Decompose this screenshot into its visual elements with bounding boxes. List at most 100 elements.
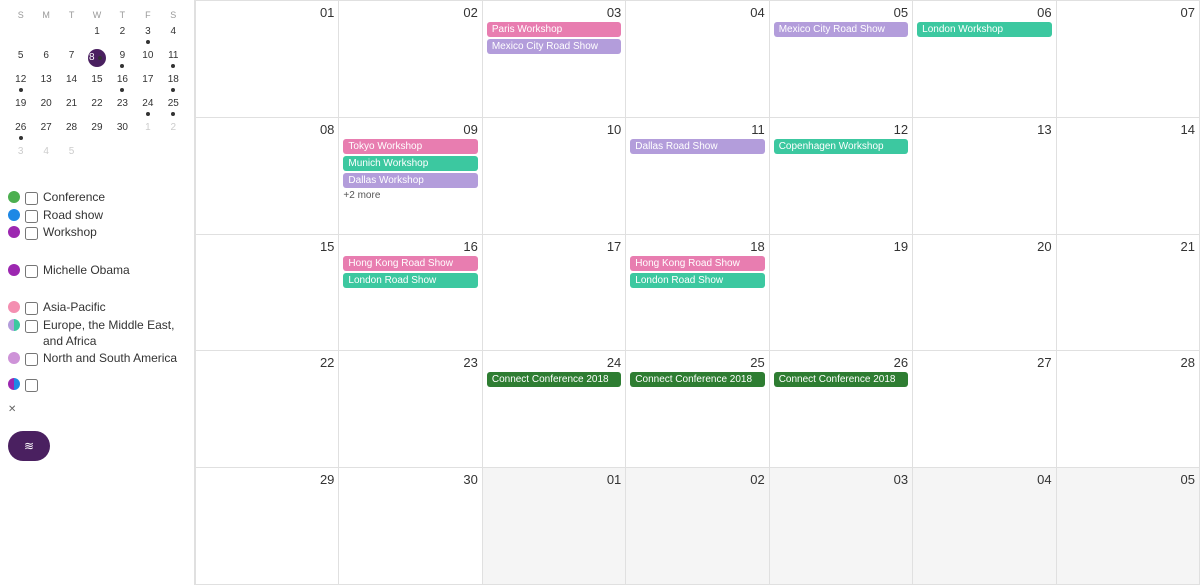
mini-cal-day[interactable]: 19 [8, 94, 33, 118]
event-pill[interactable]: Munich Workshop [343, 156, 477, 171]
date-number: 01 [487, 472, 621, 487]
mini-cal-day[interactable]: 24 [135, 94, 160, 118]
date-number: 04 [917, 472, 1051, 487]
event-pill[interactable]: Mexico City Road Show [487, 39, 621, 54]
cal-cell: 15 [196, 235, 339, 352]
mini-cal-day[interactable]: 3 [8, 142, 33, 162]
subscribe-button[interactable] [8, 431, 50, 461]
event-pill[interactable]: Connect Conference 2018 [774, 372, 908, 387]
mini-cal-day[interactable]: 1 [135, 118, 160, 142]
mini-cal-day[interactable]: 16 [110, 70, 135, 94]
cal-cell: 01 [196, 1, 339, 118]
mini-cal-day[interactable]: 14 [59, 70, 84, 94]
mini-cal-day[interactable]: 30 [110, 118, 135, 142]
event-pill[interactable]: London Road Show [343, 273, 477, 288]
event-pill[interactable]: Connect Conference 2018 [487, 372, 621, 387]
mini-cal-day[interactable]: 21 [59, 94, 84, 118]
cal-cell: 02 [339, 1, 482, 118]
mini-cal-day[interactable]: 22 [84, 94, 109, 118]
mini-cal-day[interactable]: 3 [135, 22, 160, 46]
mini-cal-day[interactable]: 25 [161, 94, 186, 118]
event-type-checkbox[interactable] [25, 227, 38, 240]
mini-cal-day[interactable]: 15 [84, 70, 109, 94]
region-dot [8, 352, 20, 364]
region-checkbox[interactable] [25, 320, 38, 333]
livestream-checkbox[interactable] [25, 379, 38, 392]
cal-cell: 30 [339, 468, 482, 585]
mini-cal-day[interactable]: 17 [135, 70, 160, 94]
cal-cell: 26Connect Conference 2018 [770, 351, 913, 468]
mini-cal-day[interactable]: 20 [33, 94, 58, 118]
event-type-filter: Road show [8, 208, 186, 224]
event-pill[interactable]: Tokyo Workshop [343, 139, 477, 154]
event-pill[interactable]: Mexico City Road Show [774, 22, 908, 37]
cal-cell: 10 [483, 118, 626, 235]
event-pill[interactable]: Paris Workshop [487, 22, 621, 37]
livestream-filter [8, 377, 186, 392]
mini-cal-day[interactable]: 2 [161, 118, 186, 142]
mini-cal-day[interactable]: 8 [88, 49, 106, 67]
mini-cal-day[interactable]: 1 [84, 22, 109, 46]
mini-cal-day[interactable]: 4 [33, 142, 58, 162]
event-type-checkbox[interactable] [25, 210, 38, 223]
mini-cal-day[interactable]: 18 [161, 70, 186, 94]
regions: Asia-Pacific Europe, the Middle East, an… [8, 298, 186, 368]
event-pill[interactable]: London Workshop [917, 22, 1051, 37]
date-number: 24 [487, 355, 621, 370]
date-number: 05 [774, 5, 908, 20]
speaker-filter: Michelle Obama [8, 263, 186, 279]
mini-cal-day[interactable]: 12 [8, 70, 33, 94]
mini-cal-day[interactable]: 23 [110, 94, 135, 118]
mini-cal-day[interactable] [59, 22, 84, 46]
region-checkbox[interactable] [25, 353, 38, 366]
cal-cell: 03 [770, 468, 913, 585]
event-pill[interactable]: Connect Conference 2018 [630, 372, 764, 387]
date-number: 18 [630, 239, 764, 254]
mini-cal-day[interactable]: 26 [8, 118, 33, 142]
speaker-checkbox[interactable] [25, 265, 38, 278]
event-pill[interactable]: London Road Show [630, 273, 764, 288]
event-pill[interactable]: Hong Kong Road Show [630, 256, 764, 271]
region-label: Europe, the Middle East, and Africa [43, 318, 186, 349]
mini-cal-day[interactable]: 6 [33, 46, 58, 70]
cal-cell: 12Copenhagen Workshop [770, 118, 913, 235]
region-checkbox[interactable] [25, 302, 38, 315]
cal-cell: 04 [913, 468, 1056, 585]
mini-cal-day[interactable]: 9 [110, 46, 135, 70]
region-dot [8, 301, 20, 313]
mini-cal-day[interactable]: 5 [59, 142, 84, 162]
speaker-label: Michelle Obama [43, 263, 130, 279]
mini-cal-day[interactable]: 7 [59, 46, 84, 70]
mini-cal-day[interactable]: 2 [110, 22, 135, 46]
event-pill[interactable]: Dallas Workshop [343, 173, 477, 188]
cal-cell: 08 [196, 118, 339, 235]
date-number: 05 [1061, 472, 1195, 487]
mini-cal-day[interactable] [33, 22, 58, 46]
mini-cal-day-label: W [84, 8, 109, 22]
mini-cal-day[interactable]: 11 [161, 46, 186, 70]
event-pill[interactable]: Hong Kong Road Show [343, 256, 477, 271]
mini-cal-day[interactable] [8, 22, 33, 46]
mini-cal-day[interactable]: 13 [33, 70, 58, 94]
cal-cell: 25Connect Conference 2018 [626, 351, 769, 468]
clear-all-button[interactable] [8, 404, 186, 415]
cal-cell: 21 [1057, 235, 1200, 352]
cal-cell: 28 [1057, 351, 1200, 468]
mini-cal-day[interactable]: 10 [135, 46, 160, 70]
more-events-link[interactable]: +2 more [343, 190, 477, 201]
mini-cal-day[interactable]: 4 [161, 22, 186, 46]
cal-cell: 06London Workshop [913, 1, 1056, 118]
cal-cell: 13 [913, 118, 1056, 235]
region-label: Asia-Pacific [43, 300, 106, 316]
event-type-checkbox[interactable] [25, 192, 38, 205]
mini-cal-day[interactable]: 28 [59, 118, 84, 142]
cal-cell: 17 [483, 235, 626, 352]
cal-cell: 27 [913, 351, 1056, 468]
mini-cal-day[interactable]: 27 [33, 118, 58, 142]
date-number: 20 [917, 239, 1051, 254]
mini-cal-day[interactable]: 5 [8, 46, 33, 70]
calendar-area: 010203Paris WorkshopMexico City Road Sho… [195, 0, 1200, 585]
event-pill[interactable]: Dallas Road Show [630, 139, 764, 154]
mini-cal-day[interactable]: 29 [84, 118, 109, 142]
event-pill[interactable]: Copenhagen Workshop [774, 139, 908, 154]
